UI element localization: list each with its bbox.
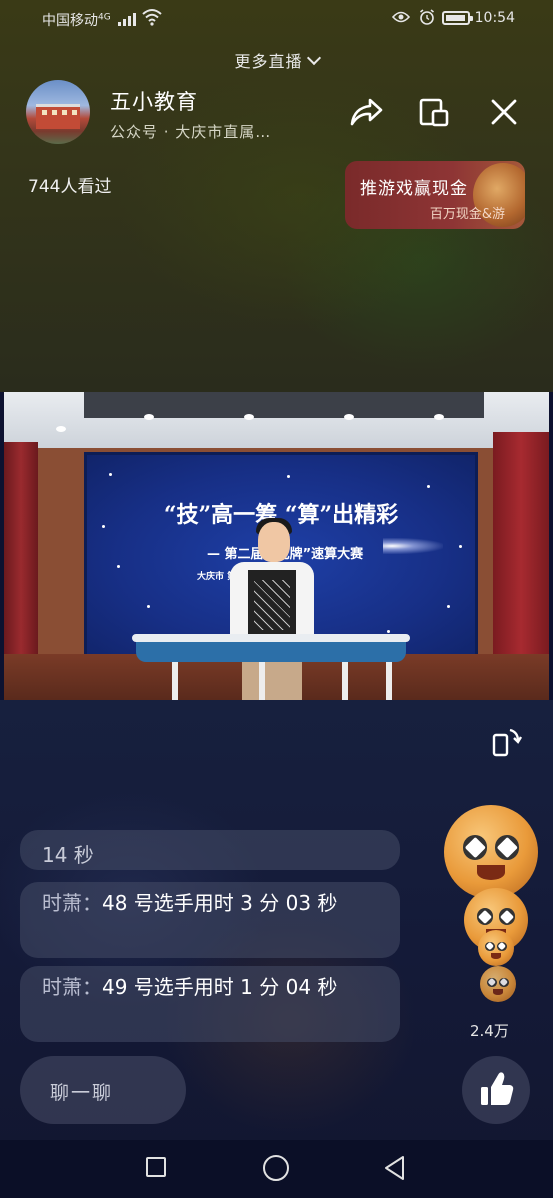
chat-input[interactable]: 聊一聊 bbox=[20, 1056, 186, 1124]
live-video[interactable]: “技”高一筹 “算”出精彩 — 第二届“ 克牌”速算大赛 大庆市 第五小学校 bbox=[4, 392, 549, 700]
status-bar: 中国移动4G 10:54 bbox=[0, 0, 553, 38]
eye-comfort-icon bbox=[392, 11, 410, 23]
comment-item: 时萧：49 号选手用时 1 分 04 秒 bbox=[20, 966, 400, 1042]
chat-input-placeholder: 聊一聊 bbox=[50, 1082, 114, 1104]
rotate-screen-icon[interactable] bbox=[488, 724, 524, 760]
back-button[interactable] bbox=[383, 1155, 407, 1181]
alarm-icon bbox=[420, 9, 434, 25]
competition-table bbox=[132, 634, 410, 662]
close-icon[interactable] bbox=[484, 92, 524, 132]
clock: 10:54 bbox=[474, 10, 515, 26]
more-live-label: 更多直播 bbox=[234, 52, 303, 71]
account-subtitle[interactable]: 公众号 · 大庆市直属… bbox=[110, 121, 271, 142]
promo-title: 推游戏赢现金 bbox=[360, 179, 468, 199]
comment-text: 48 号选手用时 3 分 03 秒 bbox=[102, 891, 338, 915]
thumbs-up-icon bbox=[481, 1072, 514, 1105]
reaction-emoji-icon bbox=[480, 966, 516, 1002]
comment-item: 时萧：48 号选手用时 3 分 03 秒 bbox=[20, 882, 400, 958]
promo-banner[interactable]: 推游戏赢现金 百万现金&游 bbox=[345, 161, 525, 229]
carrier-label: 中国移动4G bbox=[42, 12, 111, 29]
comment-text: 49 号选手用时 1 分 04 秒 bbox=[102, 975, 338, 999]
reaction-emoji-icon bbox=[478, 930, 514, 966]
account-name[interactable]: 五小教育 bbox=[110, 86, 198, 116]
battery-icon bbox=[442, 11, 473, 25]
like-count: 2.4万 bbox=[470, 1022, 509, 1040]
account-avatar[interactable] bbox=[26, 80, 90, 144]
share-icon[interactable] bbox=[346, 92, 386, 132]
signal-icon bbox=[118, 12, 140, 26]
reaction-emoji-icon bbox=[444, 805, 538, 899]
comment-user: 时萧： bbox=[42, 891, 102, 915]
comment-item: 14 秒 bbox=[20, 830, 400, 870]
comment-user: 时萧： bbox=[42, 975, 102, 999]
float-window-icon[interactable] bbox=[414, 92, 454, 132]
wifi-icon bbox=[142, 9, 162, 26]
like-button[interactable] bbox=[462, 1056, 530, 1124]
comment-text: 14 秒 bbox=[42, 843, 94, 867]
recent-apps-button[interactable] bbox=[146, 1157, 166, 1177]
promo-subtitle: 百万现金&游 bbox=[429, 207, 505, 222]
more-live-dropdown[interactable]: 更多直播 bbox=[0, 48, 553, 72]
viewer-count: 744人看过 bbox=[28, 177, 112, 197]
chevron-down-icon bbox=[306, 50, 321, 66]
home-button[interactable] bbox=[263, 1155, 289, 1181]
